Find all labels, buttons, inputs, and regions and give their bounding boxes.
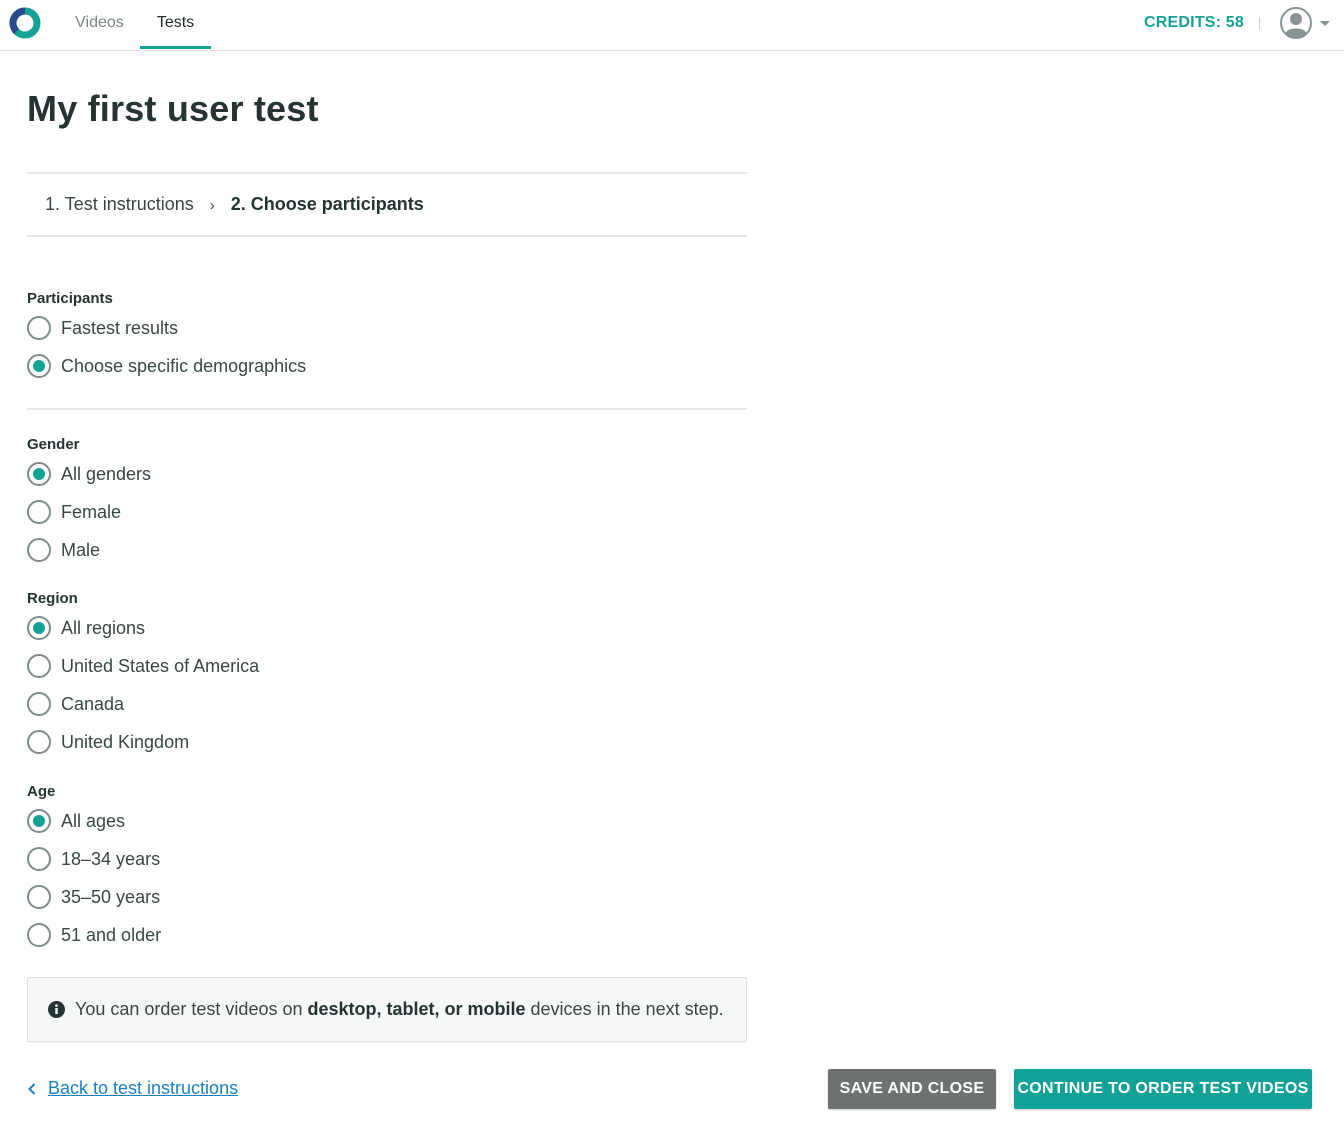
radio-all-ages[interactable]: All ages: [27, 807, 125, 835]
radio-label: 18–34 years: [61, 848, 161, 869]
credits-counter[interactable]: CREDITS: 58: [1144, 14, 1244, 32]
radio-female[interactable]: Female: [27, 498, 121, 526]
radio-label: Choose specific demographics: [61, 355, 307, 376]
radio-specific-demographics[interactable]: Choose specific demographics: [27, 352, 306, 380]
divider: [27, 172, 747, 174]
info-text-suffix: devices in the next step.: [525, 999, 724, 1019]
divider: [27, 235, 747, 237]
chevron-left-icon: [28, 1082, 36, 1095]
radio-age-51-older[interactable]: 51 and older: [27, 921, 161, 949]
info-text-devices: desktop, tablet, or mobile: [307, 999, 526, 1019]
radio-age-18-34[interactable]: 18–34 years: [27, 845, 160, 873]
radio-label: 51 and older: [61, 924, 162, 945]
radio-age-35-50[interactable]: 35–50 years: [27, 883, 160, 911]
radio-label: All genders: [61, 463, 152, 484]
radio-label: Fastest results: [61, 317, 179, 338]
radio-button[interactable]: [27, 692, 51, 716]
radio-label: Male: [61, 539, 101, 560]
back-to-instructions-link[interactable]: Back to test instructions: [27, 1078, 238, 1099]
breadcrumb: 1. Test instructions › 2. Choose participa…: [45, 194, 424, 215]
participants-label: Participants: [27, 290, 113, 307]
info-text-prefix: You can order test videos on: [75, 999, 308, 1019]
nav-tab-tests[interactable]: Tests: [140, 0, 211, 49]
continue-to-order-button[interactable]: CONTINUE TO ORDER TEST VIDEOS: [1014, 1069, 1312, 1109]
radio-fastest-results[interactable]: Fastest results: [27, 314, 178, 342]
info-notice: You can order test videos on desktop, ta…: [27, 977, 747, 1042]
info-text: You can order test videos on desktop, ta…: [75, 999, 724, 1020]
radio-button[interactable]: [27, 730, 51, 754]
chevron-down-icon[interactable]: [1320, 21, 1330, 26]
age-label: Age: [27, 783, 56, 800]
save-and-close-button[interactable]: SAVE AND CLOSE: [828, 1069, 996, 1109]
radio-button[interactable]: [27, 885, 51, 909]
info-icon: [48, 1001, 65, 1018]
radio-button[interactable]: [27, 538, 51, 562]
radio-male[interactable]: Male: [27, 536, 100, 564]
radio-button[interactable]: [27, 316, 51, 340]
radio-label: United States of America: [61, 655, 260, 676]
region-label: Region: [27, 590, 78, 607]
radio-all-genders[interactable]: All genders: [27, 460, 151, 488]
divider: [27, 408, 747, 410]
top-navigation-bar: Videos Tests CREDITS: 58: [0, 0, 1344, 51]
app-logo-icon[interactable]: [9, 7, 41, 39]
radio-label: All regions: [61, 617, 146, 638]
radio-label: Female: [61, 501, 122, 522]
radio-label: Canada: [61, 693, 125, 714]
radio-button[interactable]: [27, 462, 51, 486]
nav-tab-videos[interactable]: Videos: [60, 0, 139, 48]
page-title: My first user test: [27, 88, 319, 129]
radio-all-regions[interactable]: All regions: [27, 614, 145, 642]
radio-label: United Kingdom: [61, 731, 190, 752]
chevron-right-icon: ›: [209, 197, 215, 214]
radio-button[interactable]: [27, 616, 51, 640]
radio-label: 35–50 years: [61, 886, 161, 907]
radio-button[interactable]: [27, 923, 51, 947]
radio-label: All ages: [61, 810, 126, 831]
radio-button[interactable]: [27, 354, 51, 378]
radio-button[interactable]: [27, 654, 51, 678]
radio-button[interactable]: [27, 500, 51, 524]
back-link-label[interactable]: Back to test instructions: [48, 1078, 238, 1099]
nav-divider: [1259, 17, 1260, 29]
gender-label: Gender: [27, 436, 80, 453]
radio-button[interactable]: [27, 847, 51, 871]
radio-united-kingdom[interactable]: United Kingdom: [27, 728, 189, 756]
step-test-instructions[interactable]: 1. Test instructions: [45, 194, 194, 214]
user-avatar-icon[interactable]: [1280, 7, 1312, 39]
radio-button[interactable]: [27, 809, 51, 833]
radio-canada[interactable]: Canada: [27, 690, 124, 718]
radio-usa[interactable]: United States of America: [27, 652, 259, 680]
step-choose-participants: 2. Choose participants: [230, 194, 424, 214]
